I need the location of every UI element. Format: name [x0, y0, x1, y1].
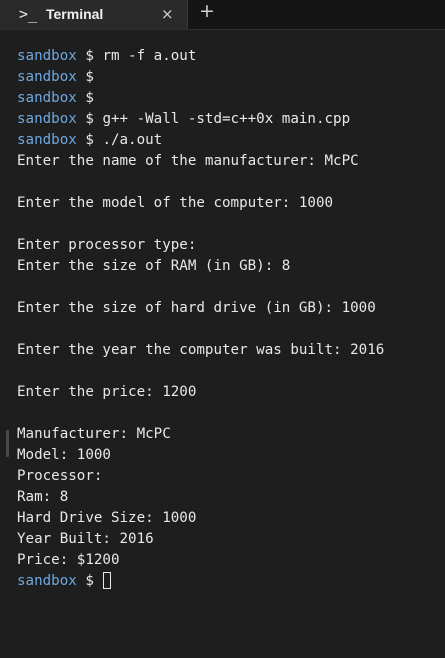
output-line: Model: 1000 — [17, 447, 111, 463]
output-line: Enter processor type: — [17, 237, 197, 253]
output-line — [17, 214, 384, 235]
output-line — [17, 403, 384, 424]
command-line: sandbox $ rm -f a.out — [17, 46, 384, 67]
output-line — [17, 319, 384, 340]
output-line: Ram: 8 — [17, 489, 69, 505]
tab-bar: >_ Terminal × + — [0, 0, 445, 29]
prompt-symbol: $ — [85, 132, 94, 148]
output-line: Enter the size of hard drive (in GB): 10… — [17, 300, 376, 316]
prompt-host: sandbox — [17, 48, 77, 64]
command-text: ./a.out — [102, 132, 163, 148]
close-icon[interactable]: × — [161, 5, 174, 23]
prompt-symbol: $ — [85, 48, 94, 64]
output-line: Enter the price: 1200 — [17, 384, 197, 400]
prompt-host: sandbox — [17, 90, 77, 106]
prompt-symbol: $ — [85, 90, 94, 106]
prompt-host: sandbox — [17, 573, 77, 589]
prompt-symbol: $ — [85, 111, 94, 127]
output-line: Enter the model of the computer: 1000 — [17, 195, 334, 211]
prompt-host: sandbox — [17, 132, 77, 148]
output-line: Year Built: 2016 — [17, 531, 154, 547]
output-line: Processor: — [17, 468, 103, 484]
command-line: sandbox $ g++ -Wall -std=c++0x main.cpp — [17, 109, 384, 130]
tab-terminal[interactable]: >_ Terminal × — [0, 0, 188, 29]
command-line: sandbox $ — [17, 67, 384, 88]
terminal-output[interactable]: sandbox $ rm -f a.out sandbox $ sandbox $… — [0, 29, 445, 658]
prompt-symbol: $ — [85, 69, 94, 85]
tab-title: Terminal — [46, 6, 104, 22]
output-line: Manufacturer: McPC — [17, 426, 171, 442]
output-line: Enter the year the computer was built: 2… — [17, 342, 385, 358]
prompt-host: sandbox — [17, 69, 77, 85]
output-line — [17, 172, 384, 193]
terminal-icon: >_ — [19, 5, 38, 23]
command-text: g++ -Wall -std=c++0x main.cpp — [102, 111, 351, 127]
terminal-window: >_ Terminal × + sandbox $ rm -f a.out san… — [0, 0, 445, 658]
command-text: rm -f a.out — [102, 48, 197, 64]
output-line — [17, 277, 384, 298]
output-line: Price: $1200 — [17, 552, 120, 568]
active-prompt-line: sandbox $ — [17, 571, 384, 592]
new-tab-button[interactable]: + — [199, 1, 215, 21]
output-line: Hard Drive Size: 1000 — [17, 510, 197, 526]
output-line: Enter the size of RAM (in GB): 8 — [17, 258, 291, 274]
text-cursor[interactable] — [103, 572, 112, 589]
command-line: sandbox $ ./a.out — [17, 130, 384, 151]
prompt-host: sandbox — [17, 111, 77, 127]
output-line: Enter the name of the manufacturer: McPC — [17, 153, 359, 169]
resize-handle[interactable] — [6, 430, 9, 457]
terminal-lines: sandbox $ rm -f a.out sandbox $ sandbox $… — [17, 46, 384, 592]
prompt-symbol: $ — [85, 573, 94, 589]
output-line — [17, 361, 384, 382]
command-line: sandbox $ — [17, 88, 384, 109]
